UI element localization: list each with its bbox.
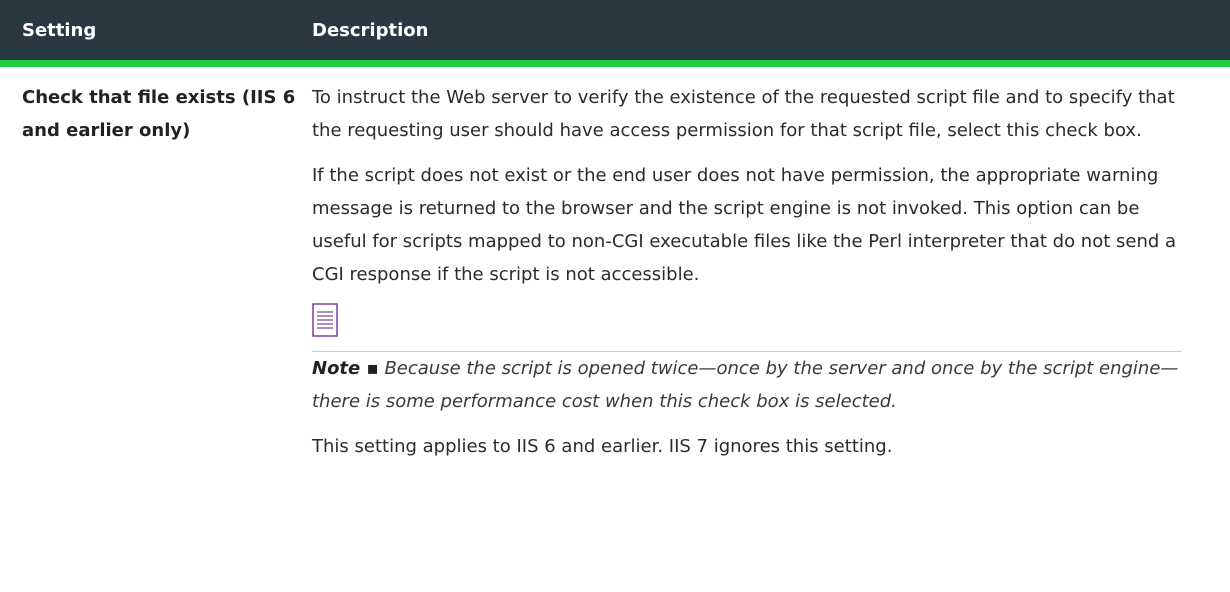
note-body: Because the script is opened twice—once …	[312, 358, 1179, 412]
header-setting: Setting	[22, 19, 97, 41]
table-header: Setting Description	[0, 0, 1230, 67]
setting-name: Check that file exists (IIS 6 and earlie…	[22, 87, 296, 141]
description-paragraph-1: To instruct the Web server to verify the…	[312, 87, 1175, 141]
setting-description: To instruct the Web server to verify the…	[312, 81, 1192, 475]
note-document-icon	[312, 302, 338, 348]
description-paragraph-3: This setting applies to IIS 6 and earlie…	[312, 436, 893, 457]
note-label: Note ▪	[312, 358, 379, 379]
note: Note ▪ Because the script is opened twic…	[312, 352, 1192, 418]
header-description: Description	[312, 19, 429, 41]
table-row: Check that file exists (IIS 6 and earlie…	[0, 67, 1230, 475]
note-divider	[312, 302, 1182, 352]
description-paragraph-2: If the script does not exist or the end …	[312, 165, 1177, 285]
settings-table: Setting Description Check that file exis…	[0, 0, 1230, 475]
